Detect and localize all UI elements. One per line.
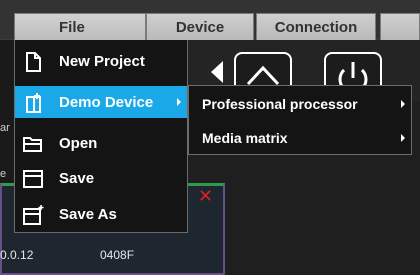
- menu-tab-device[interactable]: Device: [146, 13, 254, 40]
- demo-device-submenu: Professional processor Media matrix: [188, 85, 412, 155]
- menu-item-save[interactable]: Save: [15, 162, 187, 194]
- menu-item-label: Demo Device: [59, 93, 154, 111]
- side-text-fragment: ar: [0, 122, 10, 134]
- submenu-item-label: Media matrix: [202, 130, 288, 146]
- menu-tab-file[interactable]: File: [14, 13, 146, 40]
- menu-item-label: Open: [59, 134, 98, 152]
- menu-tab-connection[interactable]: Connection: [256, 13, 376, 40]
- new-document-icon: [26, 52, 41, 72]
- submenu-arrow-icon: [177, 98, 181, 106]
- menu-item-demo-device[interactable]: Demo Device: [15, 86, 187, 118]
- save-window-icon: [23, 170, 43, 188]
- side-text-fragment: e: [0, 168, 7, 180]
- submenu-item-media-matrix[interactable]: Media matrix: [189, 122, 411, 154]
- device-id: 0408F: [100, 248, 135, 262]
- submenu-arrow-icon: [401, 100, 405, 108]
- document-star-icon: [26, 93, 41, 113]
- menu-item-label: Save: [59, 169, 95, 187]
- left-arrow-icon[interactable]: [211, 61, 223, 83]
- menu-item-open[interactable]: Open: [15, 127, 187, 159]
- menu-tab-overflow[interactable]: [380, 13, 420, 40]
- menu-item-new-project[interactable]: New Project: [15, 45, 187, 77]
- menu-item-label: New Project: [59, 52, 145, 70]
- close-icon[interactable]: ✕: [198, 186, 213, 207]
- file-menu: New Project Demo Device Open Save Save A…: [14, 40, 188, 233]
- menu-bar: File Device Connection: [0, 0, 420, 40]
- submenu-item-label: Professional processor: [202, 96, 358, 112]
- menu-item-save-as[interactable]: Save As: [15, 198, 187, 230]
- submenu-item-professional-processor[interactable]: Professional processor: [189, 88, 411, 120]
- folder-open-icon: [23, 137, 42, 152]
- save-as-window-icon: [23, 205, 44, 225]
- device-ip: 0.0.12: [0, 248, 34, 262]
- submenu-arrow-icon: [401, 134, 405, 142]
- menu-item-label: Save As: [59, 205, 117, 223]
